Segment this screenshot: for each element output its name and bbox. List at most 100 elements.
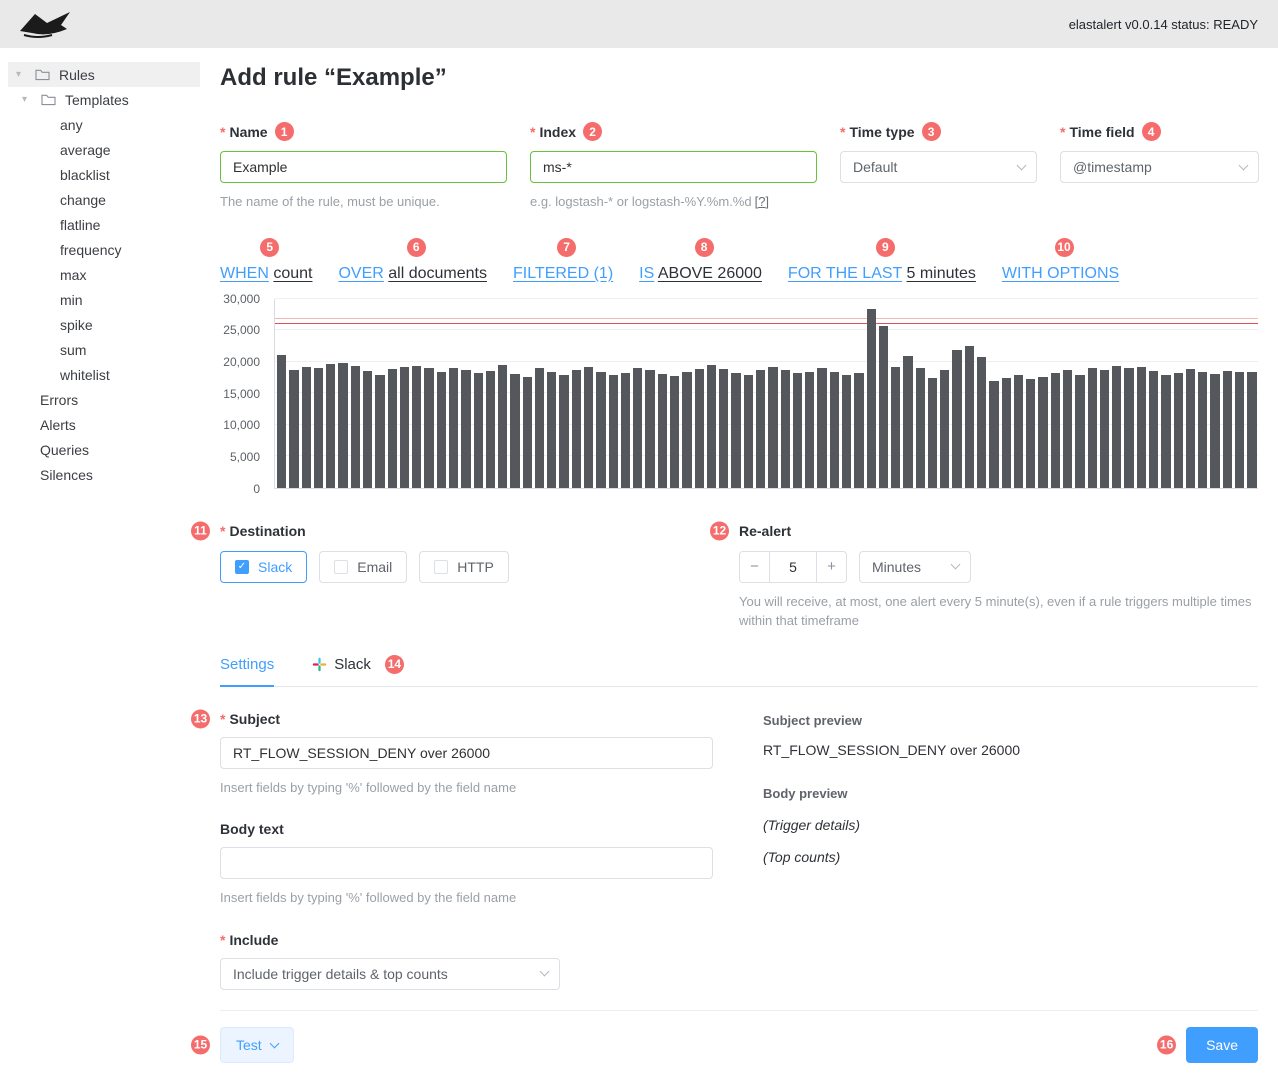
sidebar-item-rules[interactable]: ▾ Rules bbox=[8, 62, 200, 87]
chart-bar bbox=[694, 369, 704, 488]
tab-slack-label: Slack bbox=[334, 655, 371, 673]
help-question-link[interactable]: [?] bbox=[755, 194, 769, 209]
sidebar-item-template-flatline[interactable]: flatline bbox=[0, 212, 210, 237]
time-field-value: @timestamp bbox=[1073, 159, 1152, 175]
query-segment-1[interactable]: 5 WHEN count bbox=[220, 237, 312, 283]
chart-bar bbox=[326, 364, 336, 488]
elastalert-status-text: elastalert v0.0.14 status: READY bbox=[1068, 16, 1258, 32]
chart-bar bbox=[977, 357, 987, 488]
query-segment-3[interactable]: 7 FILTERED (1) bbox=[513, 237, 613, 283]
sidebar-item-silences[interactable]: Silences bbox=[0, 462, 210, 487]
alert-tabs: Settings Slack 14 bbox=[220, 645, 1258, 687]
time-field-select[interactable]: @timestamp bbox=[1060, 151, 1259, 183]
query-segment-6[interactable]: 10 WITH OPTIONS bbox=[1002, 237, 1119, 283]
annotation-badge: 3 bbox=[921, 122, 941, 141]
body-preview-line: (Trigger details) bbox=[763, 816, 860, 833]
praeco-logo[interactable] bbox=[18, 9, 72, 39]
query-segment-5[interactable]: 9 FOR THE LAST 5 minutes bbox=[788, 237, 976, 283]
annotation-badge: 1 bbox=[274, 122, 294, 141]
query-segment-2[interactable]: 6 OVER all documents bbox=[338, 237, 487, 283]
subject-input[interactable] bbox=[220, 736, 713, 769]
destination-option-label: Email bbox=[357, 558, 393, 575]
name-input[interactable] bbox=[220, 151, 507, 183]
time-field-label: Time field bbox=[1069, 123, 1135, 140]
sidebar-template-list: any average blacklist change flatline frequen… bbox=[0, 112, 210, 387]
topbar: elastalert v0.0.14 status: READY bbox=[0, 0, 1278, 48]
body-preview-lines: (Trigger details) (Top counts) bbox=[763, 817, 1258, 865]
chart-bar bbox=[289, 370, 299, 488]
test-button[interactable]: Test bbox=[220, 1026, 294, 1063]
chart-bar bbox=[743, 374, 753, 488]
chart-bar bbox=[854, 372, 864, 488]
sidebar-item-errors[interactable]: Errors bbox=[0, 387, 210, 412]
sidebar-item-template-frequency[interactable]: frequency bbox=[0, 237, 210, 262]
required-marker: * bbox=[220, 931, 226, 948]
annotation-badge: 13 bbox=[191, 709, 210, 728]
test-button-label: Test bbox=[236, 1036, 262, 1053]
main-content: Add rule “Example” * Name 1 The name of … bbox=[191, 48, 1278, 1081]
chart-bar bbox=[657, 374, 667, 488]
time-type-select[interactable]: Default bbox=[840, 151, 1037, 183]
realert-unit-select[interactable]: Minutes bbox=[859, 550, 971, 583]
index-help-text: e.g. logstash-* or logstash-%Y.%m.%d [?] bbox=[530, 192, 817, 212]
sidebar-item-templates[interactable]: ▾ Templates bbox=[0, 87, 210, 112]
y-axis-label: 5,000 bbox=[229, 449, 260, 464]
chart-bar bbox=[805, 371, 815, 488]
footer-bar: 15 Test 16 Save bbox=[191, 1009, 1258, 1081]
time-type-value: Default bbox=[853, 159, 898, 175]
sidebar-item-template-change[interactable]: change bbox=[0, 187, 210, 212]
realert-help-text: You will receive, at most, one alert eve… bbox=[739, 593, 1252, 629]
decrement-button[interactable]: − bbox=[740, 551, 770, 582]
chart-bar bbox=[596, 371, 606, 488]
include-select[interactable]: Include trigger details & top counts bbox=[220, 957, 560, 990]
time-type-field-group: * Time type 3 Default bbox=[840, 122, 1037, 212]
save-button[interactable]: Save bbox=[1186, 1026, 1258, 1063]
sidebar-item-template-any[interactable]: any bbox=[0, 112, 210, 137]
sidebar-item-alerts[interactable]: Alerts bbox=[0, 412, 210, 437]
sidebar-item-label: Rules bbox=[59, 66, 95, 83]
destination-email-checkbox[interactable]: Email bbox=[319, 550, 408, 583]
index-input[interactable] bbox=[530, 151, 817, 183]
chart-bar bbox=[436, 371, 446, 488]
destination-http-checkbox[interactable]: HTTP bbox=[419, 550, 509, 583]
query-value: all documents bbox=[388, 264, 487, 282]
sidebar-item-template-whitelist[interactable]: whitelist bbox=[0, 362, 210, 387]
destination-slack-checkbox[interactable]: ✓ Slack bbox=[220, 550, 308, 583]
query-segment-4[interactable]: 8 IS ABOVE 26000 bbox=[639, 237, 762, 283]
query-keyword: WHEN bbox=[220, 264, 269, 282]
chart-bar bbox=[473, 373, 483, 488]
chevron-down-icon bbox=[1016, 160, 1027, 170]
sidebar-item-template-spike[interactable]: spike bbox=[0, 312, 210, 337]
chart-bar bbox=[399, 367, 410, 488]
realert-value[interactable]: 5 bbox=[770, 552, 816, 582]
body-label: Body text bbox=[220, 821, 284, 837]
annotation-badge: 4 bbox=[1141, 122, 1161, 141]
sidebar-bottom-list: Errors Alerts Queries Silences bbox=[0, 387, 210, 487]
chart-bar bbox=[498, 365, 508, 488]
chart-bar bbox=[755, 370, 766, 488]
tab-slack[interactable]: Slack 14 bbox=[312, 645, 404, 686]
chart-bar bbox=[522, 376, 532, 488]
chart-bar bbox=[338, 363, 348, 488]
sidebar-item-template-average[interactable]: average bbox=[0, 137, 210, 162]
body-text-input[interactable] bbox=[220, 847, 713, 879]
chart-bar bbox=[952, 349, 962, 488]
sidebar-item-template-min[interactable]: min bbox=[0, 287, 210, 312]
chart-bar bbox=[989, 381, 999, 488]
caret-down-icon[interactable]: ▾ bbox=[16, 69, 26, 80]
chart-bar bbox=[1210, 374, 1220, 488]
body-preview-label: Body preview bbox=[763, 785, 848, 801]
chart-bar bbox=[940, 369, 950, 488]
increment-button[interactable]: + bbox=[816, 551, 846, 582]
chart-bar bbox=[1198, 372, 1208, 488]
annotation-badge: 16 bbox=[1157, 1035, 1177, 1054]
caret-down-icon[interactable]: ▾ bbox=[22, 94, 32, 105]
sidebar-item-queries[interactable]: Queries bbox=[0, 437, 210, 462]
sidebar-item-template-sum[interactable]: sum bbox=[0, 337, 210, 362]
sidebar-item-template-blacklist[interactable]: blacklist bbox=[0, 162, 210, 187]
tab-settings[interactable]: Settings bbox=[220, 646, 275, 687]
sidebar-item-template-max[interactable]: max bbox=[0, 262, 210, 287]
chart-bar bbox=[1247, 371, 1257, 488]
chart-bar bbox=[1124, 368, 1134, 488]
y-axis-label: 0 bbox=[253, 481, 260, 496]
